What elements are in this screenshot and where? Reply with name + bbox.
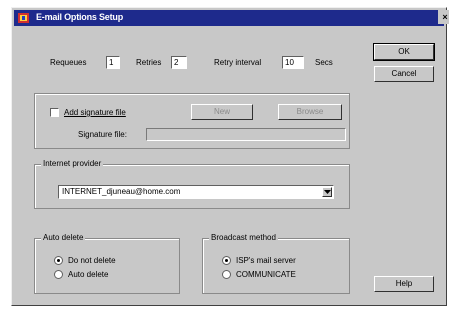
add-signature-label: Add signature file xyxy=(64,108,126,117)
signature-file-label: Signature file: xyxy=(78,130,127,139)
isp-mail-server-radio[interactable] xyxy=(222,256,231,265)
internet-provider-legend: Internet provider xyxy=(41,159,104,168)
requeues-label: Requeues xyxy=(50,58,87,67)
internet-provider-select[interactable]: INTERNET_djuneau@home.com xyxy=(58,185,334,199)
auto-delete-label: Auto delete xyxy=(68,270,109,279)
do-not-delete-label: Do not delete xyxy=(68,256,116,265)
retries-input[interactable]: 2 xyxy=(171,56,187,69)
add-signature-checkbox[interactable] xyxy=(50,108,59,117)
communicate-label: COMMUNICATE xyxy=(236,270,296,279)
retry-interval-unit: Secs xyxy=(315,58,333,67)
ok-button[interactable]: OK xyxy=(373,43,435,61)
retry-interval-label: Retry interval xyxy=(214,58,262,67)
communicate-radio[interactable] xyxy=(222,270,231,279)
retry-interval-input[interactable]: 10 xyxy=(282,56,304,69)
auto-delete-radio[interactable] xyxy=(54,270,63,279)
do-not-delete-radio[interactable] xyxy=(54,256,63,265)
browse-button[interactable]: Browse xyxy=(278,104,342,120)
window-title: E-mail Options Setup xyxy=(36,12,124,22)
help-button[interactable]: Help xyxy=(374,276,434,292)
cancel-button[interactable]: Cancel xyxy=(374,66,434,82)
requeues-input[interactable]: 1 xyxy=(106,56,120,69)
close-icon[interactable]: × xyxy=(438,10,449,24)
signature-group: Add signature file New Browse Signature … xyxy=(34,93,350,149)
internet-provider-group: Internet provider INTERNET_djuneau@home.… xyxy=(34,159,350,209)
broadcast-method-legend: Broadcast method xyxy=(209,233,278,242)
new-button[interactable]: New xyxy=(191,104,253,120)
internet-provider-value: INTERNET_djuneau@home.com xyxy=(62,187,181,196)
title-bar[interactable]: E-mail Options Setup × xyxy=(14,10,449,26)
email-options-dialog: E-mail Options Setup × Requeues 1 Retrie… xyxy=(11,7,449,306)
auto-delete-group: Auto delete Do not delete Auto delete xyxy=(34,233,180,294)
app-icon xyxy=(18,13,29,23)
retries-label: Retries xyxy=(136,58,162,67)
broadcast-method-group: Broadcast method ISP's mail server COMMU… xyxy=(202,233,350,294)
chevron-down-icon[interactable] xyxy=(322,187,332,197)
auto-delete-legend: Auto delete xyxy=(41,233,86,242)
signature-file-field[interactable] xyxy=(146,128,346,141)
isp-mail-server-label: ISP's mail server xyxy=(236,256,296,265)
